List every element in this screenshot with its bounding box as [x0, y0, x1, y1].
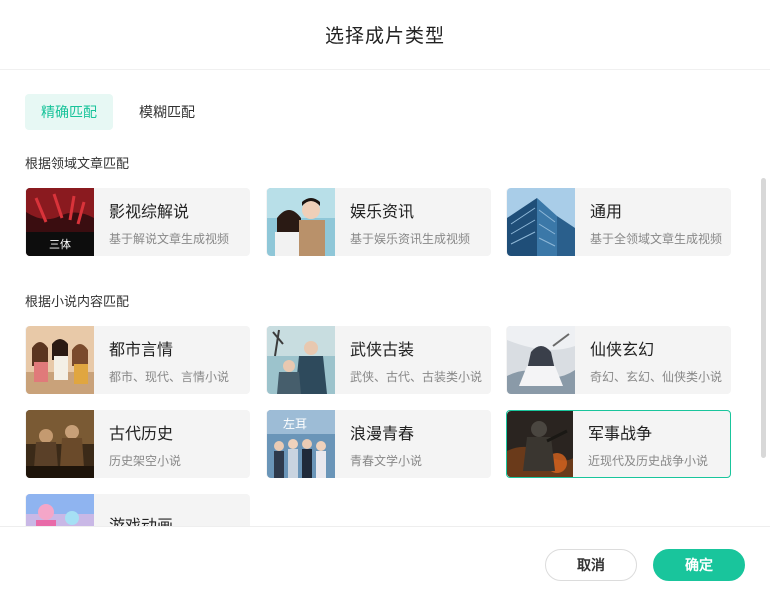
thumb-text-three-body: 三体 — [49, 237, 71, 251]
card-title: 仙侠玄幻 — [590, 339, 655, 359]
card-desc: 基于全领域文章生成视频 — [590, 231, 723, 246]
card-desc: 基于娱乐资讯生成视频 — [350, 231, 471, 246]
card-title: 军事战争 — [588, 423, 653, 443]
section-label-novel: 根据小说内容匹配 — [25, 295, 130, 310]
card-entertainment-news[interactable]: 娱乐资讯 基于娱乐资讯生成视频 — [266, 188, 491, 256]
thumb-military-war — [507, 411, 573, 477]
card-general[interactable]: 通用 基于全领域文章生成视频 — [506, 188, 731, 256]
thumb-general — [507, 188, 575, 256]
match-tabs: 精确匹配 模糊匹配 — [25, 94, 211, 130]
thumb-text-zuo-er: 左耳 — [283, 416, 307, 431]
card-title: 通用 — [590, 201, 623, 221]
card-xianxia-fantasy[interactable]: 仙侠玄幻 奇幻、玄幻、仙侠类小说 — [506, 326, 731, 394]
dialog-body: 精确匹配 模糊匹配 根据领域文章匹配 三体 影视综解说 基于解说文章生成视频 娱… — [0, 70, 770, 526]
confirm-button[interactable]: 确定 — [653, 549, 745, 581]
card-desc: 武侠、古代、古装类小说 — [350, 369, 483, 384]
dialog-header: 选择成片类型 — [0, 0, 770, 70]
thumb-ancient-history — [26, 410, 94, 478]
thumb-romantic-youth: 左耳 — [267, 410, 335, 478]
card-desc: 青春文学小说 — [350, 453, 423, 468]
card-title: 武侠古装 — [350, 339, 415, 359]
card-title: 影视综解说 — [109, 201, 190, 221]
thumb-game-animation — [26, 494, 94, 526]
tab-fuzzy-match[interactable]: 模糊匹配 — [123, 94, 211, 130]
card-urban-romance[interactable]: 都市言情 都市、现代、言情小说 — [25, 326, 250, 394]
card-title: 娱乐资讯 — [350, 201, 415, 221]
vertical-scrollbar[interactable] — [761, 178, 766, 458]
card-title: 浪漫青春 — [350, 423, 415, 443]
card-game-animation[interactable]: 游戏动画 — [25, 494, 250, 526]
thumb-urban-romance — [26, 326, 94, 394]
card-title: 都市言情 — [109, 339, 174, 359]
cancel-button[interactable]: 取消 — [545, 549, 637, 581]
card-desc: 近现代及历史战争小说 — [588, 453, 709, 468]
card-desc: 历史架空小说 — [109, 453, 182, 468]
dialog-footer: 取消 确定 — [0, 526, 770, 601]
thumb-film-commentary: 三体 — [26, 188, 94, 256]
select-type-dialog: 选择成片类型 精确匹配 模糊匹配 根据领域文章匹配 三体 影视综解说 基于解说文… — [0, 0, 770, 601]
card-military-war[interactable]: 军事战争 近现代及历史战争小说 — [506, 410, 731, 478]
thumb-entertainment-news — [267, 188, 335, 256]
card-ancient-history[interactable]: 古代历史 历史架空小说 — [25, 410, 250, 478]
card-title: 古代历史 — [109, 423, 174, 443]
card-title: 游戏动画 — [109, 516, 174, 526]
card-film-commentary[interactable]: 三体 影视综解说 基于解说文章生成视频 — [25, 188, 250, 256]
card-desc: 基于解说文章生成视频 — [109, 231, 230, 246]
tab-exact-match[interactable]: 精确匹配 — [25, 94, 113, 130]
section-label-domain: 根据领域文章匹配 — [25, 157, 130, 172]
card-desc: 都市、现代、言情小说 — [109, 369, 230, 384]
card-romantic-youth[interactable]: 左耳 浪漫青春 青春文学小说 — [266, 410, 491, 478]
card-wuxia-costume[interactable]: 武侠古装 武侠、古代、古装类小说 — [266, 326, 491, 394]
thumb-wuxia-costume — [267, 326, 335, 394]
card-desc: 奇幻、玄幻、仙侠类小说 — [590, 369, 723, 384]
dialog-title: 选择成片类型 — [324, 25, 445, 47]
thumb-xianxia-fantasy — [507, 326, 575, 394]
